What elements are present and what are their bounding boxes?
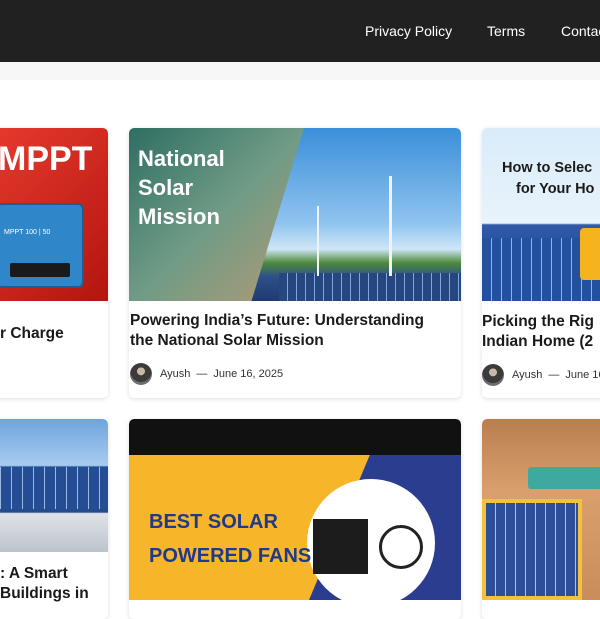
nav-terms-link[interactable]: Terms <box>487 23 525 39</box>
post-title[interactable]: Powering India’s Future: Understanding t… <box>130 311 424 351</box>
solar-panels-image <box>279 273 461 301</box>
thumbnail-text-mppt: MPPT <box>0 140 93 178</box>
post-meta: Ayush — June 16 <box>482 364 600 386</box>
post-meta: Ayush — June 16, 2025 <box>130 363 283 385</box>
wind-turbine-2 <box>317 206 319 276</box>
thumbnail-text-best-solar: BEST SOLAR <box>149 511 278 533</box>
post-title[interactable]: : A Smart Buildings in <box>0 564 89 604</box>
wind-turbine-1 <box>389 176 392 276</box>
post-title[interactable]: Picking the Rig Indian Home (2 <box>482 312 594 352</box>
author-name[interactable]: Ayush <box>512 369 542 381</box>
solar-panel-product <box>313 519 368 574</box>
meta-separator: — <box>196 368 208 380</box>
thumbnail-text-national: National <box>138 146 225 171</box>
nav-contact[interactable]: Contac <box>561 0 600 62</box>
author-avatar <box>482 364 504 386</box>
post-thumbnail-solar-lights[interactable] <box>482 419 600 600</box>
post-thumbnail-solar-fans[interactable]: BEST SOLAR POWERED FANS <box>129 419 461 600</box>
thumbnail-top-band <box>129 419 461 455</box>
post-date: June 16, 2025 <box>213 368 284 380</box>
device-label: MPPT 100 | 50 <box>4 229 51 236</box>
meta-separator: — <box>548 369 560 381</box>
post-card-smart-buildings[interactable]: : A Smart Buildings in <box>0 419 108 619</box>
thumbnail-text-mission: Mission <box>138 204 220 229</box>
author-avatar <box>130 363 152 385</box>
nav-terms[interactable]: Terms <box>487 0 525 62</box>
thumbnail-text-powered-fans: POWERED FANS <box>149 545 312 567</box>
post-card-picking-right[interactable]: How to Selec for Your Ho Picking the Rig… <box>482 128 600 398</box>
post-card-national-solar-mission[interactable]: National Solar Mission Powering India’s … <box>129 128 461 398</box>
charge-controller-device: MPPT 100 | 50 <box>0 203 84 288</box>
post-card-solar-fans[interactable]: BEST SOLAR POWERED FANS <box>129 419 461 619</box>
post-date: June 16 <box>565 369 600 381</box>
header-spacer <box>0 62 600 80</box>
rooftop-solar-panels <box>0 467 108 509</box>
thumbnail-text-for-your: for Your Ho <box>516 181 595 197</box>
led-light-strip <box>528 467 600 489</box>
post-thumbnail-smart-buildings[interactable] <box>0 419 108 552</box>
nav-privacy-policy-link[interactable]: Privacy Policy <box>365 23 452 39</box>
post-thumbnail-mppt[interactable]: MPPT MPPT 100 | 50 <box>0 128 108 301</box>
post-card-solar-lights[interactable] <box>482 419 600 619</box>
page-scrollbar[interactable] <box>596 80 600 600</box>
small-solar-panel <box>482 499 582 600</box>
post-thumbnail-picking-right[interactable]: How to Selec for Your Ho <box>482 128 600 301</box>
thumbnail-text-how-to: How to Selec <box>502 160 593 176</box>
thumbnail-text-solar: Solar <box>138 175 194 200</box>
fan-product <box>379 525 423 569</box>
author-name[interactable]: Ayush <box>160 368 190 380</box>
nav-privacy-policy[interactable]: Privacy Policy <box>365 0 452 62</box>
post-thumbnail-national-solar-mission[interactable]: National Solar Mission <box>129 128 461 301</box>
nav-contact-link[interactable]: Contac <box>561 23 600 39</box>
post-card-mppt[interactable]: MPPT MPPT 100 | 50 r Charge <box>0 128 108 398</box>
post-title[interactable]: r Charge <box>0 324 64 344</box>
